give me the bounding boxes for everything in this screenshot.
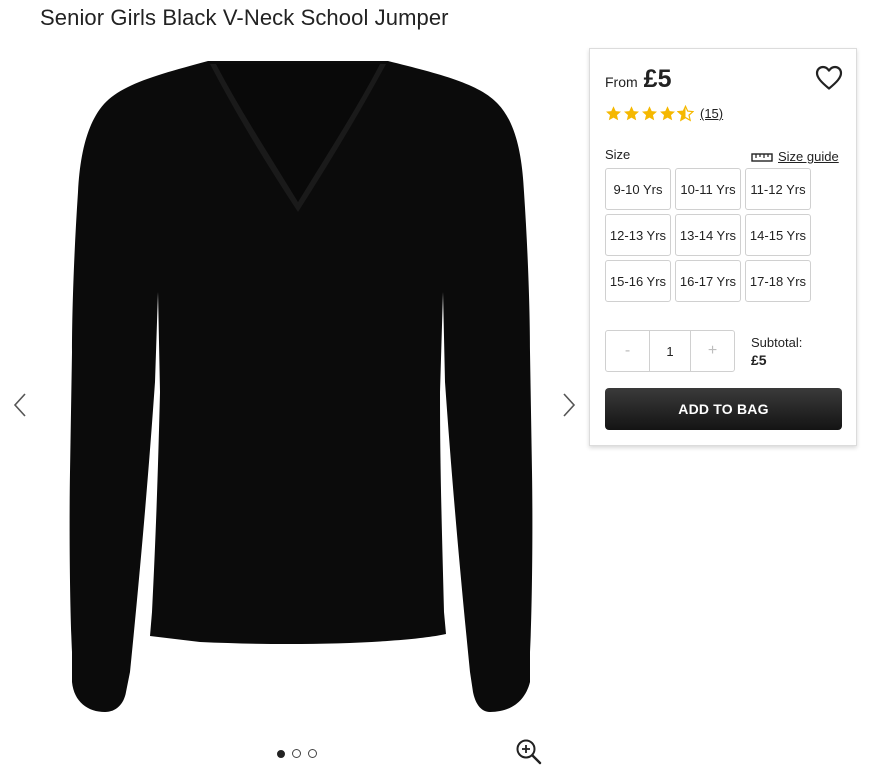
quantity-input[interactable] [649, 331, 691, 371]
gallery-pagination [277, 749, 317, 758]
size-option[interactable]: 10-11 Yrs [675, 168, 741, 210]
size-option[interactable]: 16-17 Yrs [675, 260, 741, 302]
subtotal: Subtotal: £5 [751, 335, 802, 368]
star-icon [641, 105, 658, 122]
price-row: From £5 [605, 65, 671, 94]
size-option[interactable]: 13-14 Yrs [675, 214, 741, 256]
star-half-icon [677, 105, 694, 122]
add-to-bag-button[interactable]: ADD TO BAG [605, 388, 842, 430]
size-label: Size [605, 147, 631, 162]
gallery-dot-3[interactable] [308, 749, 317, 758]
size-option[interactable]: 11-12 Yrs [745, 168, 811, 210]
black-v-neck-jumper [69, 61, 533, 712]
zoom-in-icon [516, 739, 542, 765]
quantity-decrement-button[interactable]: - [606, 331, 649, 371]
heart-icon [815, 65, 843, 90]
product-gallery [0, 40, 585, 769]
size-guide-label: Size guide [778, 149, 839, 164]
purchase-panel: From £5 (15) Size Size guide 9-10 Yrs 10… [589, 48, 857, 446]
size-option[interactable]: 9-10 Yrs [605, 168, 671, 210]
subtotal-value: £5 [751, 352, 767, 368]
chevron-right-icon [563, 393, 576, 417]
gallery-prev-button[interactable] [6, 390, 34, 420]
wishlist-button[interactable] [815, 65, 843, 91]
zoom-button[interactable] [514, 737, 544, 767]
star-icon [623, 105, 640, 122]
price: £5 [643, 65, 672, 93]
price-prefix: From [605, 74, 638, 90]
star-icon [659, 105, 676, 122]
quantity-stepper: - + [605, 330, 735, 372]
size-option[interactable]: 17-18 Yrs [745, 260, 811, 302]
gallery-dot-1[interactable] [277, 749, 285, 758]
size-guide-link[interactable]: Size guide [751, 149, 839, 164]
size-option[interactable]: 12-13 Yrs [605, 214, 671, 256]
rating-row: (15) [605, 105, 723, 122]
star-rating [605, 105, 694, 122]
size-option[interactable]: 14-15 Yrs [745, 214, 811, 256]
subtotal-label: Subtotal: [751, 335, 803, 350]
gallery-dot-2[interactable] [292, 749, 301, 758]
ruler-icon [751, 152, 773, 162]
size-option[interactable]: 15-16 Yrs [605, 260, 671, 302]
quantity-increment-button[interactable]: + [691, 331, 734, 371]
page-title: Senior Girls Black V-Neck School Jumper [40, 5, 449, 30]
chevron-left-icon [13, 393, 26, 417]
gallery-next-button[interactable] [555, 390, 583, 420]
review-count-link[interactable]: (15) [700, 106, 723, 121]
star-icon [605, 105, 622, 122]
size-options: 9-10 Yrs 10-11 Yrs 11-12 Yrs 12-13 Yrs 1… [605, 168, 811, 302]
product-image [60, 52, 550, 722]
